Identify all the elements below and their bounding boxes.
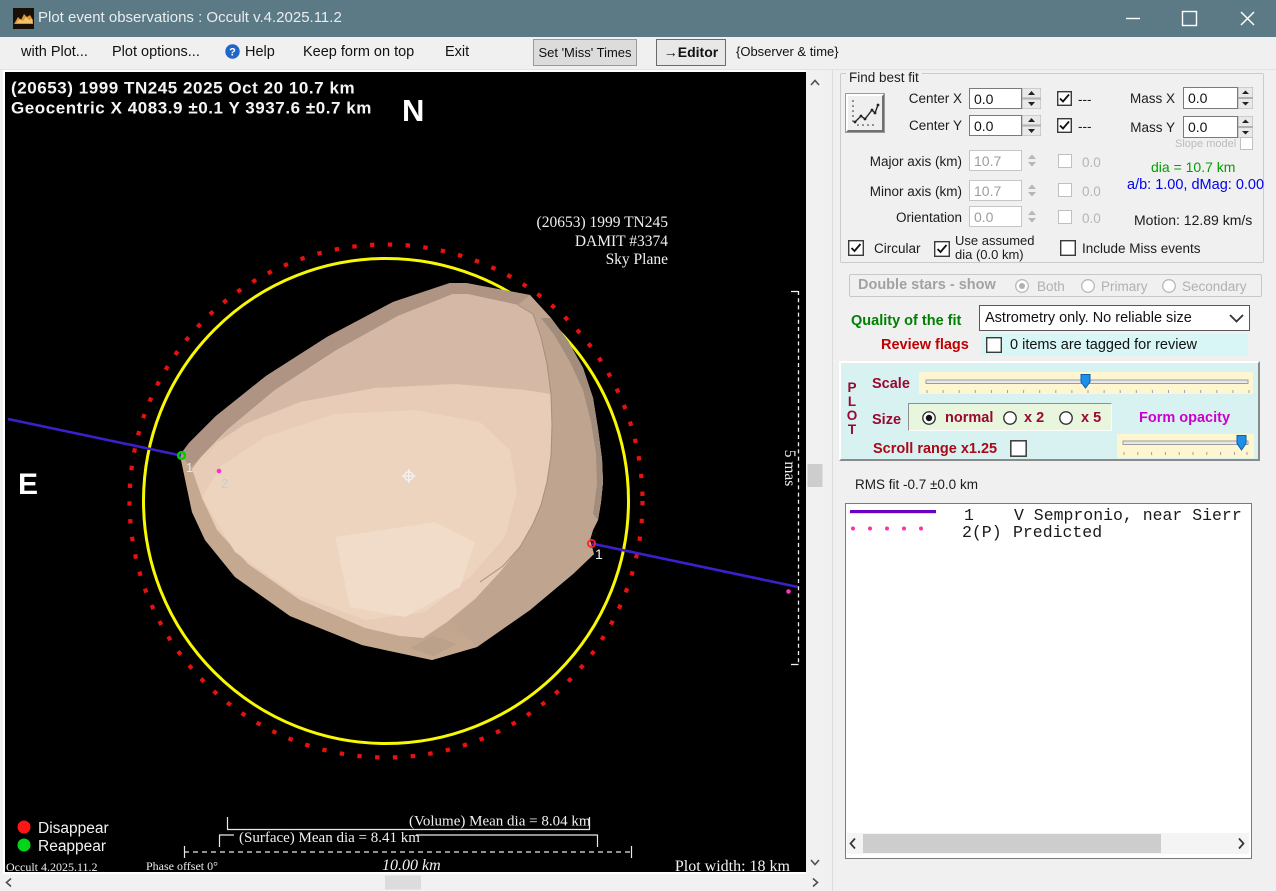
svg-text:1: 1 <box>595 546 603 562</box>
svg-text:2: 2 <box>221 476 228 491</box>
svg-text:Reappear: Reappear <box>38 838 106 855</box>
svg-text:E: E <box>18 468 38 501</box>
svg-text:Predicted: Predicted <box>1013 523 1102 542</box>
svg-text:5 mas: 5 mas <box>781 450 798 487</box>
svg-text:1: 1 <box>186 460 193 475</box>
svg-text:Occult 4.2025.11.2: Occult 4.2025.11.2 <box>6 860 98 872</box>
svg-text:Phase offset 0°: Phase offset 0° <box>146 859 218 872</box>
svg-text:10.00 km: 10.00 km <box>382 857 441 872</box>
svg-text:Disappear: Disappear <box>38 820 109 837</box>
svg-text:Geocentric X 4083.9 ±0.1 Y 3: Geocentric X 4083.9 ±0.1 Y 3937.6 ±0.7 k… <box>11 99 372 118</box>
svg-text:Plot width: 18 km: Plot width: 18 km <box>675 858 791 872</box>
svg-text:?: ? <box>229 47 236 59</box>
svg-text:(Surface) Mean dia = 8.41 km: (Surface) Mean dia = 8.41 km <box>239 830 420 846</box>
svg-text:(Volume) Mean dia = 8.04 km: (Volume) Mean dia = 8.04 km <box>409 814 591 830</box>
svg-text:(20653) 1999 TN245 2025 Oct 2: (20653) 1999 TN245 2025 Oct 20 10.7 km <box>11 79 355 98</box>
svg-text:Sky Plane: Sky Plane <box>606 251 669 268</box>
svg-text:2(P): 2(P) <box>962 523 1002 542</box>
svg-text:N: N <box>402 93 424 128</box>
svg-text:DAMIT #3374: DAMIT #3374 <box>575 233 668 250</box>
svg-text:(20653) 1999 TN245: (20653) 1999 TN245 <box>537 214 669 231</box>
